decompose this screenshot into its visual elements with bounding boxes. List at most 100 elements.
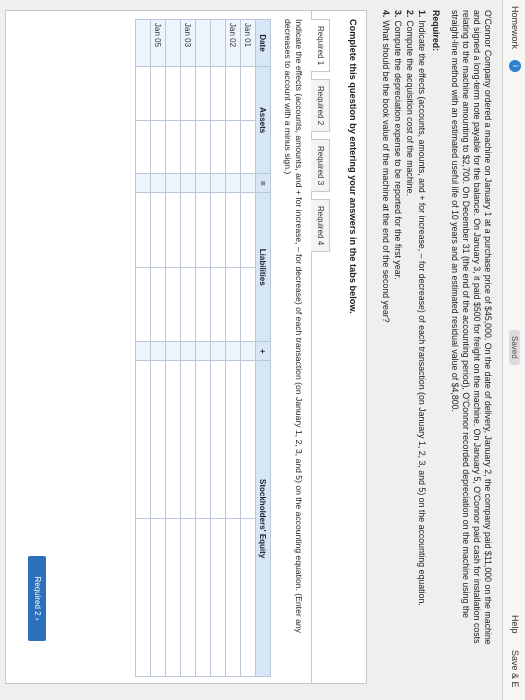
- equity-account-input[interactable]: [225, 360, 241, 519]
- liability-amount-input[interactable]: [195, 267, 211, 342]
- date-cell: Jan 05: [150, 19, 166, 67]
- asset-amount-input[interactable]: [180, 120, 196, 174]
- liability-amount-input[interactable]: [240, 267, 256, 342]
- equity-amount-input[interactable]: [150, 518, 166, 677]
- liability-account-input[interactable]: [195, 192, 211, 268]
- asset-account-input[interactable]: [135, 66, 151, 121]
- liability-account-input[interactable]: [210, 192, 226, 268]
- liability-amount-input[interactable]: [225, 267, 241, 342]
- asset-account-input[interactable]: [210, 66, 226, 121]
- save-exit-link[interactable]: Save & E: [510, 650, 520, 688]
- liabilities-header: Liabilities: [255, 192, 271, 342]
- liability-amount-input[interactable]: [165, 267, 181, 342]
- date-cell: Jan 03: [180, 19, 196, 67]
- equity-amount-input[interactable]: [210, 518, 226, 677]
- liability-account-input[interactable]: [150, 192, 166, 268]
- asset-amount-input[interactable]: [150, 120, 166, 174]
- asset-amount-input[interactable]: [225, 120, 241, 174]
- tab-required-1[interactable]: Required 1: [311, 19, 330, 73]
- liability-account-input[interactable]: [135, 192, 151, 268]
- info-icon[interactable]: i: [509, 60, 521, 72]
- asset-account-input[interactable]: [240, 66, 256, 121]
- asset-account-input[interactable]: [165, 66, 181, 121]
- answer-panel: Complete this question by entering your …: [5, 10, 367, 684]
- table-row: [210, 19, 226, 677]
- liability-account-input[interactable]: [225, 192, 241, 268]
- required-heading: Required:: [431, 10, 441, 52]
- equity-amount-input[interactable]: [180, 518, 196, 677]
- homework-screen: Homework i Saved Help Save & E O'Connor …: [0, 0, 525, 700]
- asset-amount-input[interactable]: [210, 120, 226, 174]
- liability-account-input[interactable]: [165, 192, 181, 268]
- equity-amount-input[interactable]: [195, 518, 211, 677]
- asset-amount-input[interactable]: [165, 120, 181, 174]
- problem-text: O'Connor Company ordered a machine on Ja…: [450, 10, 493, 645]
- help-link[interactable]: Help: [510, 615, 520, 634]
- asset-amount-input[interactable]: [135, 120, 151, 174]
- asset-amount-input[interactable]: [240, 120, 256, 174]
- equals-header: =: [255, 173, 271, 193]
- equity-amount-input[interactable]: [135, 518, 151, 677]
- equity-account-input[interactable]: [135, 360, 151, 519]
- required-item: 2. Compute the acquisition cost of the ma…: [404, 10, 415, 650]
- required-list: 1. Indicate the effects (accounts, amount…: [380, 10, 427, 650]
- required-item-number: 4.: [381, 10, 391, 18]
- asset-account-input[interactable]: [180, 66, 196, 121]
- assets-header: Assets: [255, 66, 271, 174]
- table-row: Jan 05: [150, 19, 166, 677]
- required-item: 1. Indicate the effects (accounts, amount…: [416, 10, 427, 650]
- next-required-button[interactable]: Required 2 ›: [28, 556, 46, 641]
- table-row: [165, 19, 181, 677]
- asset-account-input[interactable]: [195, 66, 211, 121]
- table-header-row: Date Assets = Liabilities + Stockholders…: [255, 19, 271, 677]
- date-header: Date: [255, 19, 271, 67]
- equity-amount-input[interactable]: [240, 518, 256, 677]
- complete-instructions: Complete this question by entering your …: [348, 19, 358, 314]
- accounting-equation-table: Date Assets = Liabilities + Stockholders…: [135, 19, 271, 677]
- equity-amount-input[interactable]: [165, 518, 181, 677]
- homework-title: Homework: [510, 6, 520, 50]
- date-cell: [165, 19, 181, 67]
- required-item: 4. What should be the book value of the m…: [380, 10, 391, 650]
- liability-amount-input[interactable]: [135, 267, 151, 342]
- required-item-number: 1.: [417, 10, 427, 18]
- equity-account-input[interactable]: [165, 360, 181, 519]
- equity-account-input[interactable]: [180, 360, 196, 519]
- top-bar: Homework i Saved Help Save & E: [502, 0, 525, 700]
- date-cell: [195, 19, 211, 67]
- liability-amount-input[interactable]: [210, 267, 226, 342]
- date-cell: [135, 19, 151, 67]
- required-item-text: Compute the depreciation expense to be r…: [393, 20, 403, 280]
- asset-account-input[interactable]: [150, 66, 166, 121]
- asset-amount-input[interactable]: [195, 120, 211, 174]
- saved-status: Saved: [509, 330, 520, 365]
- tab-required-3[interactable]: Required 3: [311, 139, 330, 193]
- date-cell: Jan 01: [240, 19, 256, 67]
- date-cell: Jan 02: [225, 19, 241, 67]
- equity-account-input[interactable]: [210, 360, 226, 519]
- table-row: Jan 02: [225, 19, 241, 677]
- required-item-text: Indicate the effects (accounts, amounts,…: [417, 20, 427, 606]
- required-item-number: 2.: [405, 10, 415, 18]
- required-item: 3. Compute the depreciation expense to be…: [392, 10, 403, 650]
- tab-required-4[interactable]: Required 4: [311, 199, 330, 253]
- table-row: Jan 03: [180, 19, 196, 677]
- liability-amount-input[interactable]: [150, 267, 166, 342]
- equity-account-input[interactable]: [150, 360, 166, 519]
- equity-account-input[interactable]: [240, 360, 256, 519]
- question-content: O'Connor Company ordered a machine on Ja…: [379, 10, 493, 650]
- tab-required-2[interactable]: Required 2: [311, 79, 330, 133]
- liability-account-input[interactable]: [240, 192, 256, 268]
- equity-account-input[interactable]: [195, 360, 211, 519]
- required-item-text: Compute the acquisition cost of the mach…: [405, 20, 415, 196]
- equity-header: Stockholders' Equity: [255, 360, 271, 677]
- equity-amount-input[interactable]: [225, 518, 241, 677]
- plus-header: +: [255, 341, 271, 361]
- tab-instruction: Indicate the effects (accounts, amounts,…: [283, 19, 304, 633]
- table-row: Jan 01: [240, 19, 256, 677]
- asset-account-input[interactable]: [225, 66, 241, 121]
- table-row: [135, 19, 151, 677]
- required-item-text: What should be the book value of the mac…: [381, 20, 391, 323]
- liability-account-input[interactable]: [180, 192, 196, 268]
- liability-amount-input[interactable]: [180, 267, 196, 342]
